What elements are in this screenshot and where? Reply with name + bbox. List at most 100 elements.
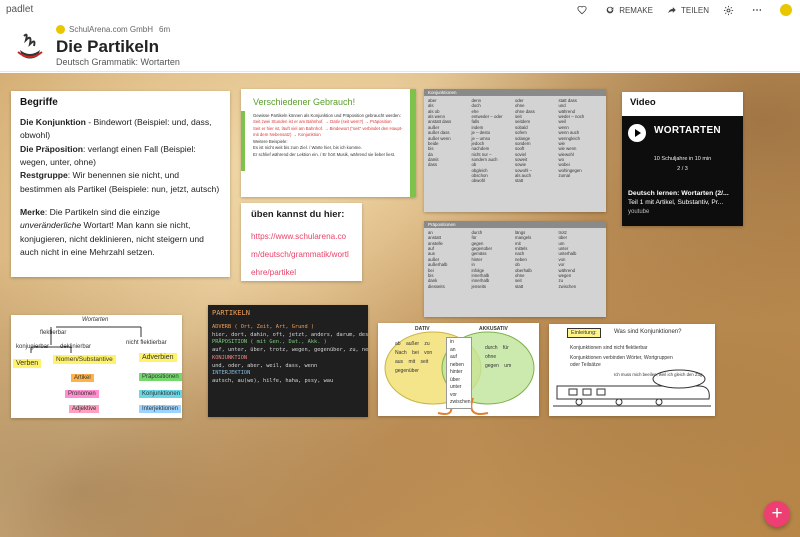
chalk-line: autsch, au(we), hilfe, haha, pssy, wau [212, 377, 334, 384]
author-name[interactable]: SchulArena.com GmbH [69, 25, 153, 34]
table-columns: aber als als ob als wenn anstatt dass außer au… [424, 96, 606, 186]
table-col: oder ohne ohne dass seit seitdem sobald sofern… [515, 98, 559, 184]
chalk-line: und, oder, aber, weil, dass, wenn [212, 362, 318, 369]
padlet-logo-icon [17, 33, 43, 59]
list-item: von [424, 350, 433, 356]
like-button[interactable] [577, 5, 591, 15]
settings-button[interactable] [723, 5, 738, 16]
venn-label: DATIV [415, 326, 430, 332]
user-avatar[interactable] [780, 4, 792, 16]
video-thumbnail[interactable]: WORTARTEN 10 Schuljahre in 10 min 2 / 3 … [622, 116, 743, 226]
brand-label[interactable]: padlet [6, 4, 33, 15]
post-praepositionen-table[interactable]: Präpositionen an anstatt anstelle auf aus auß… [424, 221, 606, 317]
post-chalkboard-image[interactable]: PARTIKELN ADVERB ( Ort, Zeit, Art, Grund… [208, 305, 368, 417]
list-item: für [502, 345, 509, 351]
video-episode: 10 Schuljahre in 10 min [653, 156, 712, 162]
list-item: gegenüber [395, 368, 419, 374]
chalk-line: PRÄPOSITION ( mit Gen., Dat., Akk. ) [212, 339, 327, 346]
add-post-button[interactable] [764, 501, 790, 527]
list-item: diesseits [428, 283, 445, 289]
diagram-label: nicht flektierbar [126, 340, 167, 346]
slide-body: Gewisse Partikeln können als Konjunktion… [253, 113, 403, 157]
post-venn-diagram[interactable]: DATIV AKKUSATIV ab außer zu Nach bei von… [378, 323, 539, 416]
diagram-label: konjugierbar [16, 344, 50, 350]
list-item: in [450, 339, 454, 345]
list-item: mit [408, 359, 416, 365]
post-wortarten-diagram[interactable]: Wortarten flektierbar konjugierbar dekli… [11, 315, 182, 418]
table-col: längs mangels mit mittels nach neben ob oberhal… [515, 230, 559, 289]
sticky-note: Artikel [71, 374, 94, 382]
padlet-wall: Begriffe Die Konjunktion - Bindewort (Be… [0, 73, 800, 537]
list-item: ab [395, 341, 401, 347]
diagram-label: flektierbar [40, 330, 67, 336]
sticky-note: Adverbien [139, 353, 177, 362]
chalk-line: KONJUNKTION [212, 354, 248, 361]
list-item: ohne [485, 354, 497, 360]
gear-icon [723, 5, 734, 15]
table-header: Konjunktionen [424, 89, 606, 96]
post-title: üben kannst du hier: [251, 209, 345, 220]
table-header: Präpositionen [424, 221, 606, 228]
table-col: statt dass und während weder – noch weil wenn… [559, 98, 603, 184]
slide-accent-bar [410, 89, 416, 197]
share-label: TEILEN [680, 5, 709, 15]
post-sketch-image[interactable]: Einleitung: Was sind Konjunktionen? Konj… [549, 324, 715, 416]
post-time: 6m [159, 25, 171, 34]
sticky-note: Verben [13, 359, 42, 368]
list-item: an [450, 346, 456, 353]
app-topbar: padlet REMAKE TEILEN [0, 0, 800, 20]
share-button[interactable]: TEILEN [667, 5, 709, 15]
padlet-header: SchulArena.com GmbH 6m Die Partikeln Deu… [0, 20, 800, 72]
list-item: zu [424, 341, 430, 347]
sticky-note: Konjunktionen [139, 390, 182, 398]
list-item: über [450, 376, 461, 383]
author-row: SchulArena.com GmbH 6m [56, 25, 170, 34]
schularena-link[interactable]: https://www.schularena.com/deutsch/gramm… [251, 232, 349, 277]
begriffe-restgruppe: Restgruppe: Wir benennen sie nicht, und … [20, 170, 220, 194]
list-item: durch [485, 345, 498, 351]
venn-label: AKKUSATIV [479, 326, 508, 332]
remake-icon [606, 6, 614, 14]
table-columns: an anstatt anstelle auf aus außer außerhalb bei… [424, 228, 606, 291]
sticky-note: Präpositionen [139, 373, 182, 381]
chalk-line: auf, unter, über, trotz, wegen, gegenübe… [212, 347, 368, 354]
sticky-note: Pronomen [65, 390, 99, 398]
chalk-title: PARTIKELN [212, 309, 250, 317]
chalk-line: ADVERB ( Ort, Zeit, Art, Grund ) [212, 324, 315, 331]
diagram-label: deklinierbar [60, 344, 92, 350]
chalk-line: INTERJEKTION [212, 370, 251, 377]
list-item: statt [515, 178, 524, 184]
list-item: dass [428, 162, 438, 168]
sticky-note: Nomen/Substantive [53, 355, 116, 364]
sticky-note: Adjektive [69, 405, 100, 413]
list-item: seit [420, 359, 429, 365]
diagram-label: Wortarten [82, 317, 109, 323]
more-dots-icon [752, 9, 762, 11]
play-icon[interactable] [628, 124, 646, 142]
remake-button[interactable]: REMAKE [605, 5, 653, 15]
post-video[interactable]: Video WORTARTEN 10 Schuljahre in 10 min … [622, 92, 743, 226]
post-ueben[interactable]: üben kannst du hier: https://www.schular… [241, 203, 362, 281]
train-drawing [553, 369, 711, 407]
list-item: außer [405, 341, 420, 347]
topbar-actions: REMAKE TEILEN [577, 0, 800, 20]
post-gebrauch-slide[interactable]: Verschiedener Gebrauch! Gewisse Partikel… [241, 89, 416, 197]
list-item: neben [450, 361, 464, 368]
post-title: Video [630, 97, 656, 108]
remake-label: REMAKE [619, 5, 653, 15]
list-item: hinter [450, 369, 463, 375]
list-item: vor [450, 391, 457, 398]
begriffe-praeposition: Die Präposition: verlangt einen Fall (Be… [20, 143, 196, 167]
begriffe-konjunktion: Die Konjunktion - Bindewort (Beispiel: u… [20, 117, 212, 141]
post-title: Begriffe [20, 97, 58, 108]
video-logo: WORTARTEN [654, 125, 721, 136]
sticky-note: Interjektionen [139, 405, 182, 413]
slide-accent-bar-left [241, 111, 245, 171]
heart-icon [577, 5, 587, 15]
more-button[interactable] [752, 5, 766, 15]
table-col: aber als als ob als wenn anstatt dass außer au… [428, 98, 472, 184]
post-konjunktionen-table[interactable]: Konjunktionen aber als als ob als wenn ansta… [424, 89, 606, 212]
table-col: trotz über um unter unterhalb von vor während we… [559, 230, 603, 289]
list-item: jenseits [471, 283, 487, 289]
post-begriffe[interactable]: Begriffe Die Konjunktion - Bindewort (Be… [11, 91, 230, 277]
